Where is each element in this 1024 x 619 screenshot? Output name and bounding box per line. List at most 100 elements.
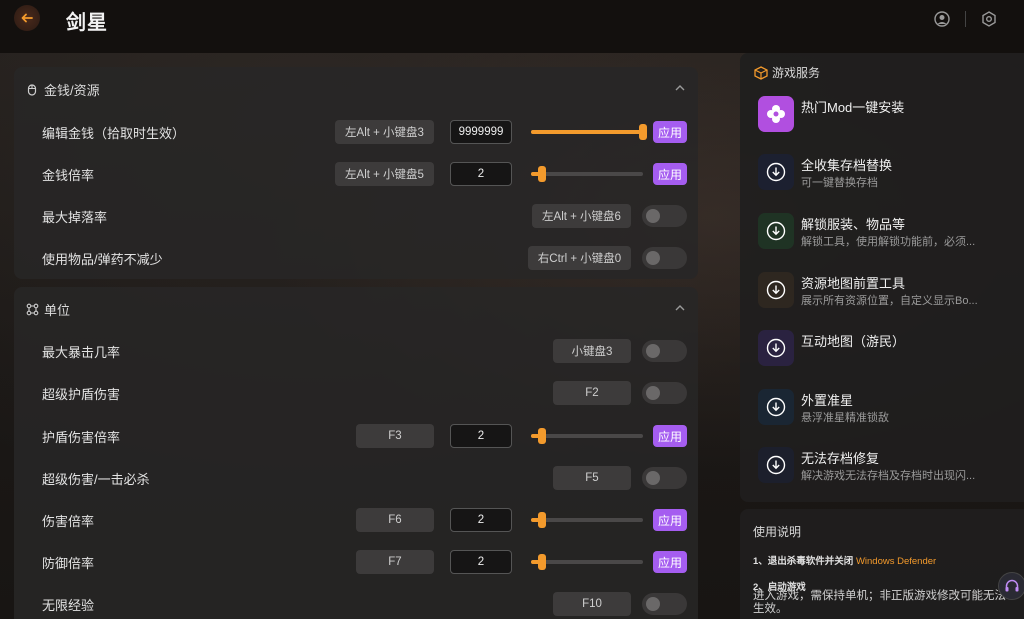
value-input[interactable]: 2 (450, 508, 512, 532)
service-item-save-fix[interactable]: 无法存档修复 解决游戏无法存档及存档时出现闪... (758, 447, 1018, 497)
value-slider[interactable] (531, 124, 647, 140)
setting-label: 最大暴击几率 (42, 344, 121, 360)
service-item-unlock[interactable]: 解锁服装、物品等 解锁工具，使用解锁功能前，必须... (758, 213, 1018, 263)
service-desc: 悬浮准星精准锁敌 (801, 412, 889, 424)
service-title: 资源地图前置工具 (801, 276, 906, 291)
hotkey-button[interactable]: 小键盘3 (553, 339, 631, 363)
value-input[interactable]: 2 (450, 424, 512, 448)
setting-row: 伤害倍率 F6 2 应用 (14, 502, 698, 538)
settings-icon[interactable] (980, 10, 998, 28)
hotkey-button[interactable]: 右Ctrl + 小键盘0 (528, 246, 631, 270)
guide-title: 使用说明 (753, 525, 802, 539)
chevron-up-icon[interactable] (674, 82, 686, 94)
guide-step: 1、退出杀毒软件并关闭 Windows Defender (753, 553, 936, 567)
section-header[interactable]: 单位 (14, 287, 698, 331)
service-desc: 展示所有资源位置，自定义显示Bo... (801, 295, 978, 307)
service-title: 全收集存档替换 (801, 158, 893, 173)
mod-flower-icon (758, 96, 794, 132)
download-icon (758, 330, 794, 366)
guide-step-text: 1、退出杀毒软件并关闭 (753, 556, 854, 567)
toggle-switch[interactable] (642, 593, 687, 615)
app-title: 剑星 (66, 12, 108, 34)
setting-label: 防御倍率 (42, 555, 95, 571)
service-title: 无法存档修复 (801, 451, 880, 466)
mouse-icon (26, 82, 40, 96)
guide-text: 进入游戏，需保持单机；非正版游戏修改可能无法生效。 (753, 590, 1006, 615)
services-header: 游戏服务 (754, 64, 820, 81)
windows-defender-link[interactable]: Windows Defender (856, 556, 936, 567)
box-icon (754, 65, 768, 80)
apply-button[interactable]: 应用 (653, 121, 687, 143)
value-slider[interactable] (531, 166, 643, 182)
apply-button[interactable]: 应用 (653, 551, 687, 573)
toggle-switch[interactable] (642, 247, 687, 269)
title-bar: 剑星 (0, 0, 1024, 53)
apply-button[interactable]: 应用 (653, 163, 687, 185)
value-input[interactable]: 9999999 (450, 120, 512, 144)
download-icon (758, 447, 794, 483)
setting-row: 超级伤害/一击必杀 F5 (14, 460, 698, 496)
unit-icon (26, 302, 40, 316)
game-services-panel: 游戏服务 热门Mod一键安装 全收集存档替换 可一键替换存档 解锁服装、物品等 … (740, 53, 1024, 502)
setting-row: 最大掉落率 左Alt + 小键盘6 (14, 198, 698, 234)
back-button[interactable] (14, 5, 40, 31)
setting-label: 无限经验 (42, 597, 95, 613)
arrow-left-icon (21, 13, 33, 23)
setting-row: 使用物品/弹药不减少 右Ctrl + 小键盘0 (14, 240, 698, 276)
usage-guide-panel: 使用说明 1、退出杀毒软件并关闭 Windows Defender 2、启动游戏… (740, 509, 1024, 619)
service-item-interactive-map[interactable]: 互动地图（游民） (758, 330, 1018, 380)
section-title: 单位 (44, 302, 71, 318)
setting-label: 金钱倍率 (42, 167, 95, 183)
setting-label: 护盾伤害倍率 (42, 429, 121, 445)
hotkey-button[interactable]: F5 (553, 466, 631, 490)
value-slider[interactable] (531, 512, 643, 528)
setting-row: 金钱倍率 左Alt + 小键盘5 2 应用 (14, 156, 698, 192)
apply-button[interactable]: 应用 (653, 509, 687, 531)
service-title: 解锁服装、物品等 (801, 217, 906, 232)
service-item-save-replace[interactable]: 全收集存档替换 可一键替换存档 (758, 154, 1018, 204)
hotkey-button[interactable]: F3 (356, 424, 434, 448)
toggle-switch[interactable] (642, 340, 687, 362)
setting-row: 最大暴击几率 小键盘3 (14, 333, 698, 369)
setting-label: 最大掉落率 (42, 209, 108, 225)
setting-label: 超级护盾伤害 (42, 386, 121, 402)
user-icon[interactable] (933, 10, 951, 28)
hotkey-button[interactable]: 左Alt + 小键盘6 (532, 204, 631, 228)
service-item-mod[interactable]: 热门Mod一键安装 (758, 96, 1018, 146)
value-slider[interactable] (531, 428, 643, 444)
hotkey-button[interactable]: F2 (553, 381, 631, 405)
service-title: 外置准星 (801, 393, 854, 408)
section-title: 金钱/资源 (44, 82, 100, 98)
hotkey-button[interactable]: 左Alt + 小键盘3 (335, 120, 434, 144)
download-icon (758, 389, 794, 425)
service-title: 热门Mod一键安装 (801, 100, 905, 115)
hotkey-button[interactable]: F10 (553, 592, 631, 616)
toggle-switch[interactable] (642, 382, 687, 404)
apply-button[interactable]: 应用 (653, 425, 687, 447)
service-desc: 解决游戏无法存档及存档时出现闪... (801, 470, 976, 482)
setting-row: 编辑金钱（拾取时生效） 左Alt + 小键盘3 9999999 应用 (14, 114, 698, 150)
hotkey-button[interactable]: 左Alt + 小键盘5 (335, 162, 434, 186)
money-section: 金钱/资源 编辑金钱（拾取时生效） 左Alt + 小键盘3 9999999 应用… (14, 67, 698, 279)
setting-row: 护盾伤害倍率 F3 2 应用 (14, 418, 698, 454)
value-slider[interactable] (531, 554, 643, 570)
hotkey-button[interactable]: F6 (356, 508, 434, 532)
toggle-switch[interactable] (642, 205, 687, 227)
chevron-up-icon[interactable] (674, 302, 686, 314)
setting-row: 无限经验 F10 (14, 586, 698, 619)
setting-row: 防御倍率 F7 2 应用 (14, 544, 698, 580)
service-item-resource-map[interactable]: 资源地图前置工具 展示所有资源位置，自定义显示Bo... (758, 272, 1018, 322)
unit-section: 单位 最大暴击几率 小键盘3 超级护盾伤害 F2 护盾伤害倍率 F3 2 应用 … (14, 287, 698, 619)
value-input[interactable]: 2 (450, 162, 512, 186)
hotkey-button[interactable]: F7 (356, 550, 434, 574)
value-input[interactable]: 2 (450, 550, 512, 574)
service-item-crosshair[interactable]: 外置准星 悬浮准星精准锁敌 (758, 389, 1018, 439)
headset-support-button[interactable] (998, 572, 1024, 600)
setting-label: 超级伤害/一击必杀 (42, 471, 150, 487)
setting-label: 编辑金钱（拾取时生效） (42, 125, 186, 141)
section-header[interactable]: 金钱/资源 (14, 67, 698, 111)
service-desc: 可一键替换存档 (801, 177, 878, 189)
download-icon (758, 213, 794, 249)
toggle-switch[interactable] (642, 467, 687, 489)
service-title: 互动地图（游民） (801, 334, 906, 349)
